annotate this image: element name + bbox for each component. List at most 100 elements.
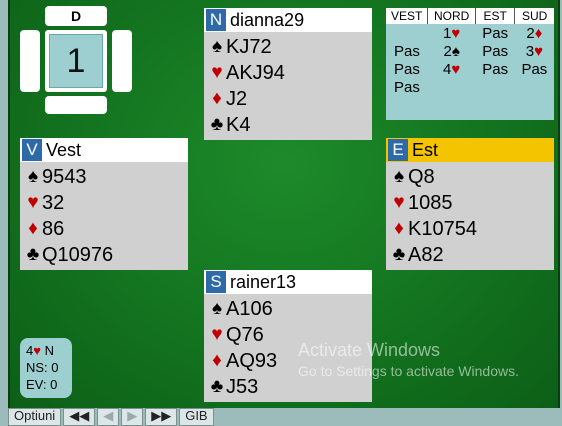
board-tile: 1	[45, 30, 107, 92]
bid: Pas	[393, 60, 420, 78]
diamond-icon: ♦	[28, 218, 38, 239]
spades-cards: KJ72	[226, 35, 272, 58]
diamonds-cards: J2	[226, 87, 248, 110]
hand-south: S rainer13 ♠ A106 ♥ Q76 ♦ AQ93 ♣ J53	[204, 270, 372, 402]
suit-row-clubs[interactable]: ♣ Q10976	[24, 242, 188, 268]
auction-row: 1♥ Pas 2♦	[386, 24, 554, 42]
diamonds-cards: K10754	[408, 217, 477, 240]
bid: 2♦	[526, 24, 543, 42]
club-icon: ♣	[26, 244, 40, 265]
compass-east-side	[112, 30, 132, 92]
ns-score: NS: 0	[26, 360, 59, 375]
club-icon: ♣	[210, 376, 224, 397]
bid: 2♠	[443, 42, 460, 60]
bid: Pas	[482, 60, 509, 78]
bid: Pas	[521, 60, 548, 78]
auction-row: Pas	[386, 78, 554, 96]
auction-header-vest: VEST	[386, 8, 429, 24]
watermark-title: Activate Windows	[298, 340, 441, 360]
first-trick-button[interactable]: ◀◀	[63, 408, 96, 426]
bid	[386, 24, 428, 42]
next-trick-button[interactable]: ▶	[121, 408, 144, 426]
heart-icon: ♥	[211, 62, 223, 83]
gib-button[interactable]: GIB	[179, 408, 214, 426]
seat-badge-west: V	[22, 139, 42, 161]
suit-row-hearts[interactable]: ♥ 32	[24, 190, 188, 216]
result-panel: 4♥ N NS: 0 EV: 0	[20, 338, 72, 398]
watermark-subtitle: Go to Settings to activate Windows.	[298, 363, 519, 379]
player-header-north: N dianna29	[204, 8, 372, 32]
club-icon: ♣	[210, 114, 224, 135]
heart-icon: ♥	[211, 324, 223, 345]
board-number: 1	[49, 34, 103, 88]
spade-icon: ♠	[211, 298, 223, 319]
bid	[476, 78, 515, 96]
suit-row-hearts[interactable]: ♥ 1085	[390, 190, 554, 216]
seat-badge-south: S	[206, 271, 226, 293]
diamond-icon: ♦	[212, 88, 222, 109]
prev-trick-button[interactable]: ◀	[97, 408, 120, 426]
contract-label: 4♥ N	[26, 343, 54, 358]
club-icon: ♣	[392, 244, 406, 265]
diamond-icon: ♦	[394, 218, 404, 239]
bottom-toolbar: Optiuni ◀◀ ◀ ▶ ▶▶ GIB	[8, 408, 214, 426]
suit-row-hearts[interactable]: ♥ AKJ94	[208, 60, 372, 86]
bid: Pas	[482, 24, 509, 42]
compass-south-side	[45, 96, 107, 114]
hearts-cards: 1085	[408, 191, 453, 214]
suit-row-diamonds[interactable]: ♦ K10754	[390, 216, 554, 242]
auction-header-est: EST	[475, 8, 516, 24]
options-button[interactable]: Optiuni	[8, 408, 62, 426]
suit-row-spades[interactable]: ♠ 9543	[24, 164, 188, 190]
bid: Pas	[393, 42, 420, 60]
auction-table: VEST NORD EST SUD 1♥ Pas 2♦ Pas 2♠ Pas 3…	[386, 8, 554, 96]
hearts-cards: Q76	[226, 323, 264, 346]
dealer-label: D	[45, 6, 107, 26]
hand-east: E Est ♠ Q8 ♥ 1085 ♦ K10754 ♣ A82	[386, 138, 554, 270]
hearts-cards: AKJ94	[226, 61, 285, 84]
suit-row-clubs[interactable]: ♣ A82	[390, 242, 554, 268]
clubs-cards: J53	[226, 375, 259, 398]
player-name-west: Vest	[46, 139, 82, 160]
seat-badge-north: N	[206, 9, 226, 31]
diamonds-cards: AQ93	[226, 349, 278, 372]
suit-row-clubs[interactable]: ♣ K4	[208, 112, 372, 138]
clubs-cards: Q10976	[42, 243, 114, 266]
spade-icon: ♠	[393, 166, 405, 187]
windows-activation-watermark: Activate Windows Go to Settings to activ…	[298, 340, 519, 379]
cards-north: ♠ KJ72 ♥ AKJ94 ♦ J2 ♣ K4	[204, 32, 372, 140]
board-compass: D 1	[20, 6, 132, 116]
heart-icon: ♥	[393, 192, 405, 213]
cards-west: ♠ 9543 ♥ 32 ♦ 86 ♣ Q10976	[20, 162, 188, 270]
spades-cards: Q8	[408, 165, 435, 188]
auction-row: Pas 2♠ Pas 3♥	[386, 42, 554, 60]
seat-badge-east: E	[388, 139, 408, 161]
diamonds-cards: 86	[42, 217, 65, 240]
bid: 3♥	[525, 42, 543, 60]
suit-row-diamonds[interactable]: ♦ 86	[24, 216, 188, 242]
spade-icon: ♠	[211, 36, 223, 57]
spade-icon: ♠	[27, 166, 39, 187]
player-header-west: V Vest	[20, 138, 188, 162]
heart-icon: ♥	[27, 192, 39, 213]
bid: 4♥	[443, 60, 461, 78]
suit-row-spades[interactable]: ♠ KJ72	[208, 34, 372, 60]
hand-north: N dianna29 ♠ KJ72 ♥ AKJ94 ♦ J2 ♣ K4	[204, 8, 372, 140]
bid: Pas	[393, 78, 420, 96]
last-trick-button[interactable]: ▶▶	[145, 408, 178, 426]
ev-score: EV: 0	[26, 377, 58, 392]
spades-cards: A106	[226, 297, 273, 320]
bid: 1♥	[443, 24, 461, 42]
auction-row: Pas 4♥ Pas Pas	[386, 60, 554, 78]
clubs-cards: A82	[408, 243, 444, 266]
hearts-cards: 32	[42, 191, 65, 214]
bridge-table: D 1 N dianna29 ♠ KJ72 ♥ AKJ94 ♦ J2 ♣ K4 VEST…	[8, 0, 560, 408]
suit-row-spades[interactable]: ♠ A106	[208, 296, 372, 322]
player-name-east: Est	[412, 139, 439, 160]
bid	[428, 78, 476, 96]
spades-cards: 9543	[42, 165, 87, 188]
bid: Pas	[482, 42, 509, 60]
suit-row-spades[interactable]: ♠ Q8	[390, 164, 554, 190]
suit-row-diamonds[interactable]: ♦ J2	[208, 86, 372, 112]
hand-west: V Vest ♠ 9543 ♥ 32 ♦ 86 ♣ Q10976	[20, 138, 188, 270]
